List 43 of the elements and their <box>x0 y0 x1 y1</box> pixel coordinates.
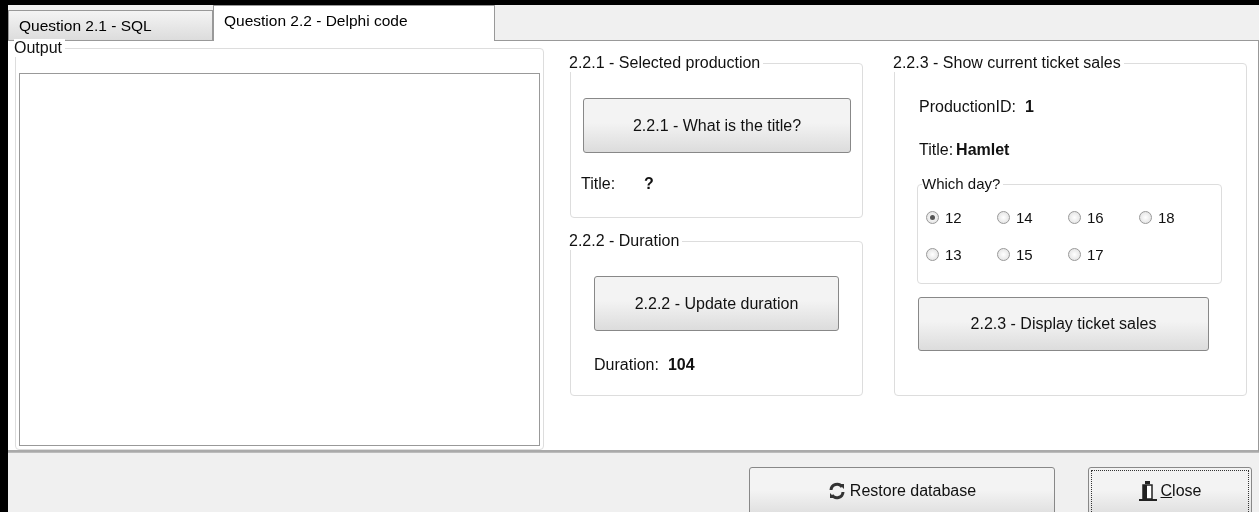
production-id-label: ProductionID: <box>919 98 1016 116</box>
day-radio[interactable]: 13 <box>926 246 997 263</box>
day-radio[interactable]: 15 <box>997 246 1068 263</box>
restore-database-button[interactable]: Restore database <box>749 467 1055 512</box>
tab[interactable]: Question 2.2 - Delphi code <box>213 5 495 41</box>
group-label: 2.2.3 - Show current ticket sales <box>893 54 1124 72</box>
day-radio[interactable]: 14 <box>997 209 1068 226</box>
title-label: Title: <box>919 141 954 159</box>
day-radio[interactable]: 12 <box>926 209 997 226</box>
radio-icon[interactable] <box>926 211 939 224</box>
radio-icon[interactable] <box>997 248 1010 261</box>
radio-icon[interactable] <box>1139 211 1152 224</box>
day-radio[interactable]: 16 <box>1068 209 1139 226</box>
update-duration-button[interactable]: 2.2.2 - Update duration <box>594 276 839 331</box>
door-icon <box>1138 480 1157 501</box>
title-value: ? <box>644 175 654 193</box>
production-id-value: 1 <box>1024 98 1034 116</box>
close-button[interactable]: Close <box>1088 467 1252 512</box>
radio-label: 13 <box>945 246 962 263</box>
radio-icon[interactable] <box>1068 248 1081 261</box>
day-radio[interactable]: 18 <box>1139 209 1210 226</box>
radio-label: 12 <box>945 209 962 226</box>
display-ticket-sales-button[interactable]: 2.2.3 - Display ticket sales <box>918 297 1209 351</box>
tab[interactable]: Question 2.1 - SQL <box>8 10 213 40</box>
radio-icon[interactable] <box>997 211 1010 224</box>
refresh-icon <box>827 481 846 500</box>
radio-label: 17 <box>1087 246 1104 263</box>
group-label: 2.2.2 - Duration <box>569 232 683 250</box>
what-is-title-button[interactable]: 2.2.1 - What is the title? <box>583 98 851 153</box>
title-label: Title: <box>581 175 616 193</box>
group-label: 2.2.1 - Selected production <box>569 54 764 72</box>
radio-label: 15 <box>1016 246 1033 263</box>
radio-icon[interactable] <box>1068 211 1081 224</box>
radio-label: 16 <box>1087 209 1104 226</box>
radio-label: 18 <box>1158 209 1175 226</box>
radio-label: 14 <box>1016 209 1033 226</box>
day-radio[interactable]: 17 <box>1068 246 1139 263</box>
duration-label: Duration: <box>594 356 659 374</box>
radio-icon[interactable] <box>926 248 939 261</box>
duration-value: 104 <box>667 356 695 374</box>
group-label: Which day? <box>922 175 1004 193</box>
title-value: Hamlet <box>956 141 1010 159</box>
group-label: Output <box>14 39 66 57</box>
